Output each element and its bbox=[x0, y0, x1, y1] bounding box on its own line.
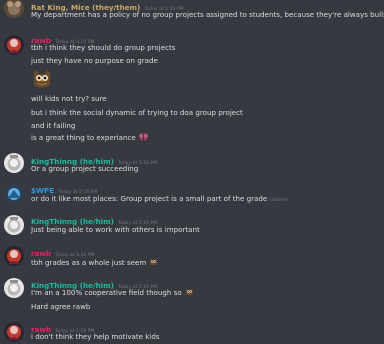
message-text-content: or do it like most places: Group project… bbox=[31, 194, 268, 203]
rawb-avatar-icon bbox=[4, 322, 24, 342]
message-text: I'm an a 100% cooperative field though s… bbox=[31, 288, 194, 297]
message-text: but i think the social dynamic of trying… bbox=[31, 108, 243, 117]
message-text: and it failing bbox=[31, 121, 76, 130]
avatar[interactable] bbox=[4, 153, 24, 173]
avatar[interactable] bbox=[4, 246, 24, 266]
owl-emoji-icon bbox=[149, 258, 158, 266]
avatar[interactable] bbox=[4, 322, 24, 342]
avatar[interactable] bbox=[4, 0, 24, 18]
message-text: or do it like most places: Group project… bbox=[31, 194, 288, 205]
message-text: My department has a policy of no group p… bbox=[31, 10, 384, 19]
owl-emoji-icon bbox=[31, 69, 53, 89]
kingthinng-avatar-icon bbox=[4, 278, 24, 298]
edited-label: (edited) bbox=[269, 198, 288, 203]
rat-king-avatar-icon bbox=[4, 0, 24, 18]
rawb-avatar-icon bbox=[4, 35, 24, 55]
chat-message-list: Rat King, Mice (they/them) Today at 5:15 … bbox=[0, 0, 384, 344]
message-text-content: I'm an a 100% cooperative field though s… bbox=[31, 288, 182, 297]
message-text: Or a group project succeeding bbox=[31, 164, 139, 173]
avatar[interactable] bbox=[4, 184, 24, 204]
message-text: will kids not try? sure bbox=[31, 94, 107, 103]
message-text: is a great thing to experiance bbox=[31, 133, 148, 142]
message-text: just they have no purpose on grade bbox=[31, 56, 158, 65]
rawb-avatar-icon bbox=[4, 246, 24, 266]
message-text-content: tbh grades as a whole just seem bbox=[31, 258, 147, 267]
message-author[interactable]: rawb bbox=[31, 249, 51, 258]
butterfly-emoji-icon bbox=[138, 133, 148, 141]
message-text: i don't think they help motivate kids bbox=[31, 332, 160, 341]
message-text-content: is a great thing to experiance bbox=[31, 133, 136, 142]
swpe-avatar-icon bbox=[4, 184, 24, 204]
message-text: tbh i think they should do group project… bbox=[31, 43, 176, 52]
avatar[interactable] bbox=[4, 215, 24, 235]
kingthinng-avatar-icon bbox=[4, 153, 24, 173]
kingthinng-avatar-icon bbox=[4, 215, 24, 235]
avatar[interactable] bbox=[4, 35, 24, 55]
avatar[interactable] bbox=[4, 278, 24, 298]
message-text: tbh grades as a whole just seem bbox=[31, 258, 158, 267]
message-text: Just being able to work with others is i… bbox=[31, 225, 200, 234]
message-text: Hard agree rawb bbox=[31, 302, 91, 311]
owl-emoji-icon bbox=[185, 288, 194, 296]
